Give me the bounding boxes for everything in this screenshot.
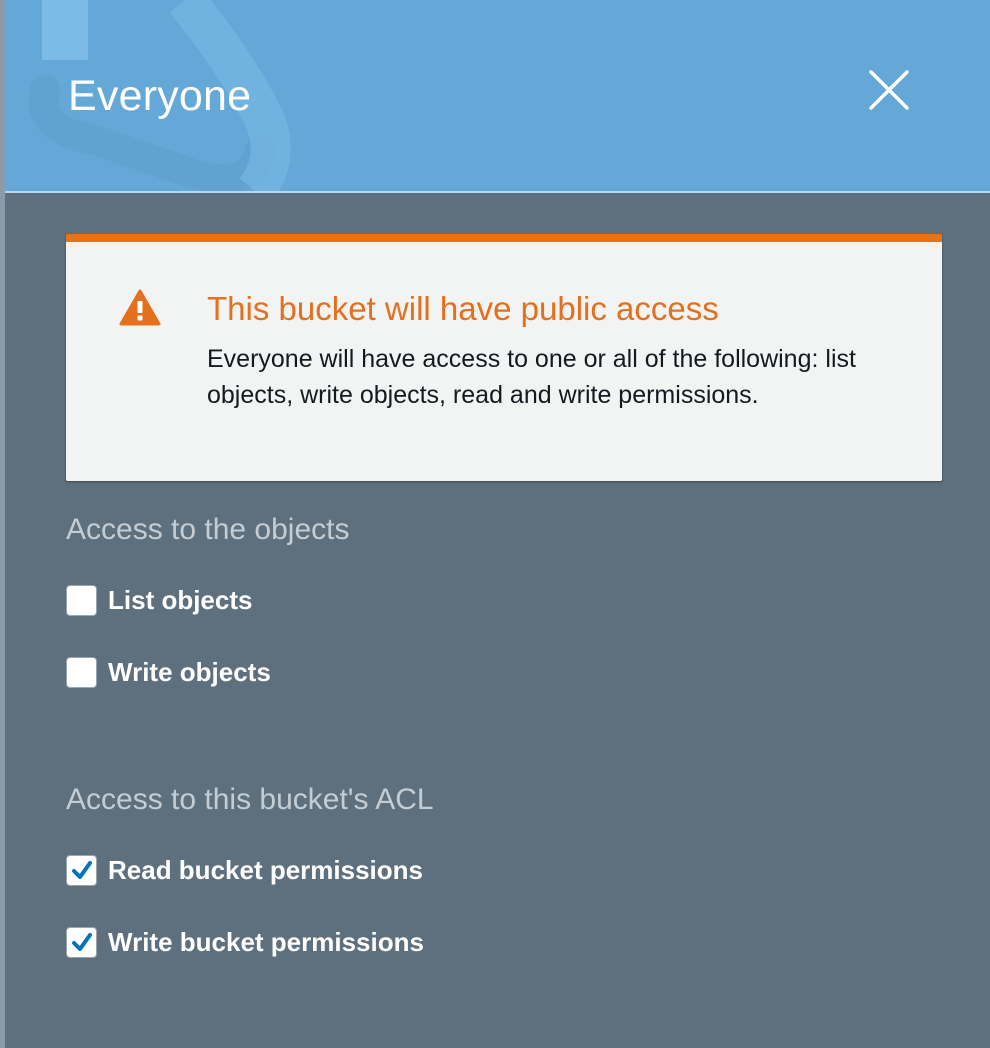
read-bucket-permissions-checkbox[interactable] <box>66 854 97 886</box>
write-objects-option[interactable]: Write objects <box>66 655 271 689</box>
close-button[interactable] <box>861 64 911 114</box>
checkmark-icon <box>71 933 92 951</box>
objects-access-heading: Access to the objects <box>66 513 350 546</box>
write-objects-label: Write objects <box>108 657 271 687</box>
read-bucket-permissions-label: Read bucket permissions <box>108 855 423 885</box>
read-bucket-permissions-option[interactable]: Read bucket permissions <box>66 853 423 887</box>
write-bucket-permissions-option[interactable]: Write bucket permissions <box>66 925 424 959</box>
write-bucket-permissions-label: Write bucket permissions <box>108 927 424 957</box>
panel-title: Everyone <box>68 72 252 120</box>
close-icon <box>869 70 909 110</box>
write-bucket-permissions-checkbox[interactable] <box>66 926 97 958</box>
warning-message: Everyone will have access to one or all … <box>207 345 856 409</box>
acl-access-heading: Access to this bucket's ACL <box>66 783 434 816</box>
public-access-warning: This bucket will have public access Ever… <box>66 234 942 481</box>
warning-title: This bucket will have public access <box>207 290 719 327</box>
list-objects-checkbox[interactable] <box>66 584 97 616</box>
checkmark-icon <box>71 861 92 879</box>
panel-header: Everyone <box>5 0 990 193</box>
warning-icon <box>119 289 161 326</box>
list-objects-option[interactable]: List objects <box>66 583 252 617</box>
write-objects-checkbox[interactable] <box>66 656 97 688</box>
list-objects-label: List objects <box>108 585 253 615</box>
